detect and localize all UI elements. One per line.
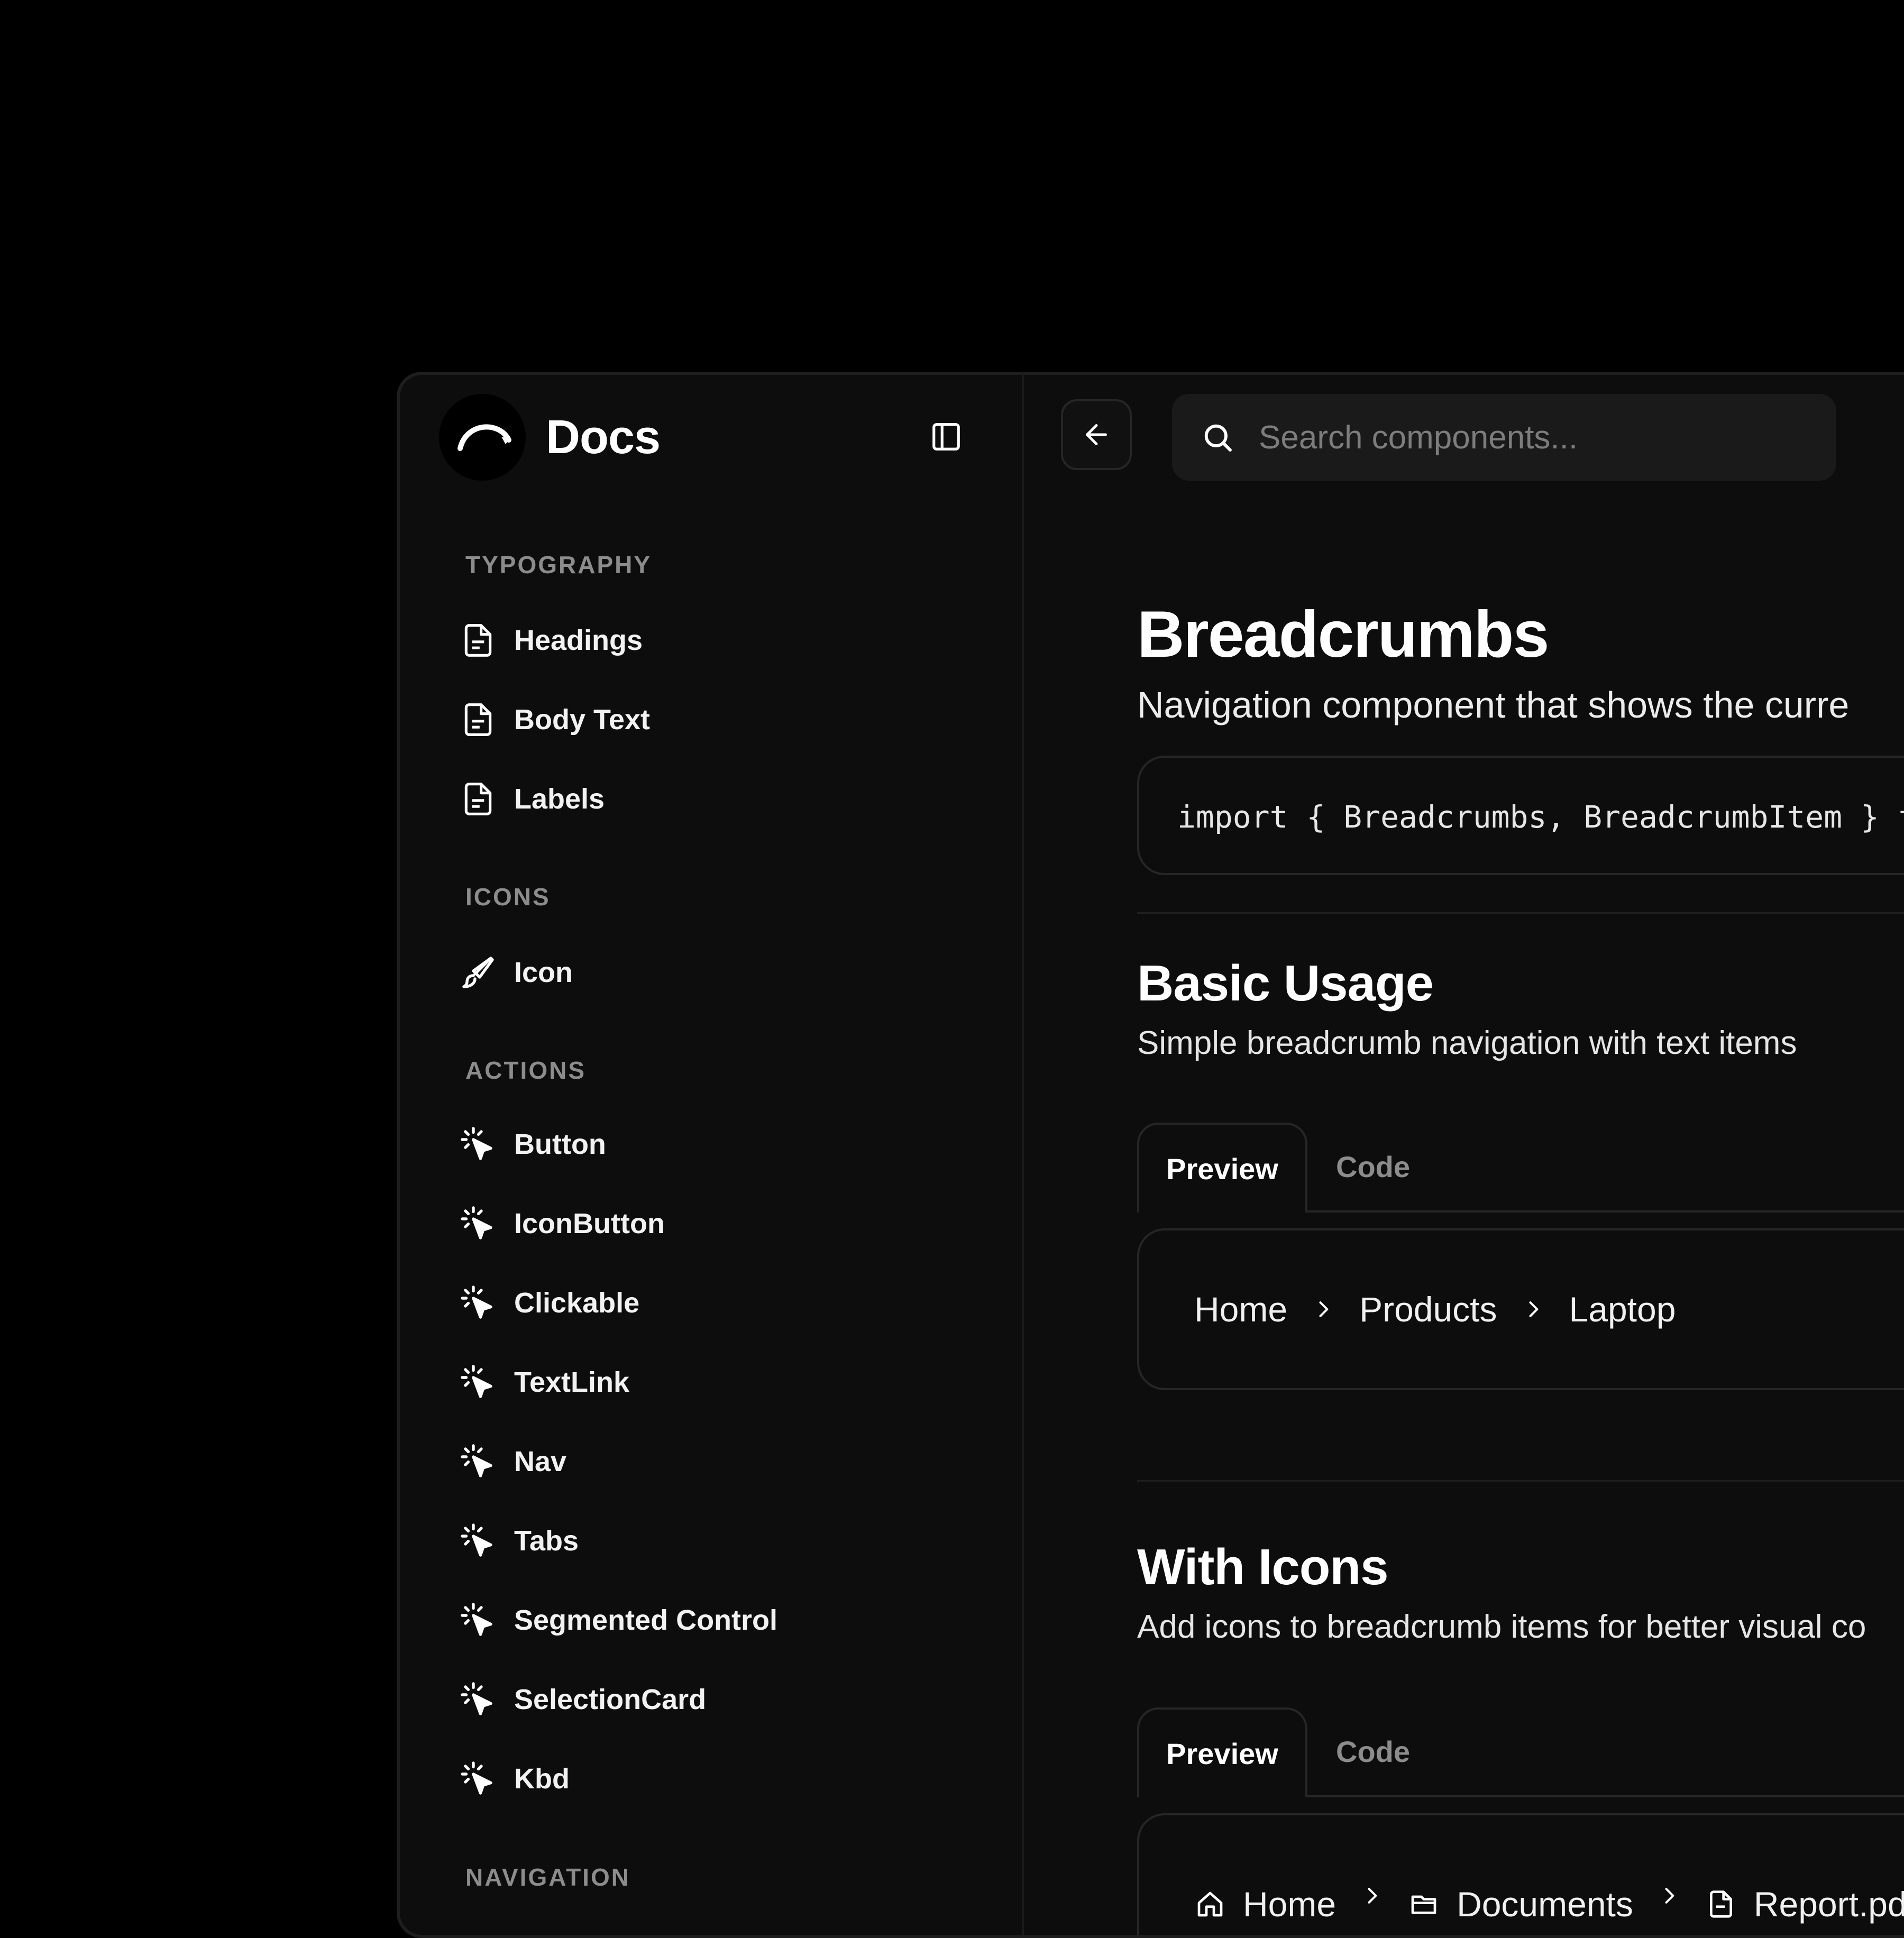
- sidebar-item-label: SelectionCard: [514, 1684, 707, 1715]
- pointer-click-icon: [458, 1441, 498, 1482]
- sidebar-item-label: Nav: [514, 1446, 567, 1477]
- page-subtitle: Navigation component that shows the curr…: [1137, 684, 1850, 725]
- home-icon: [1194, 1888, 1226, 1920]
- divider: [1137, 1480, 1904, 1482]
- sidebar-item-label: Body Text: [514, 704, 651, 736]
- breadcrumb-label: Home: [1243, 1885, 1337, 1924]
- pointer-click-icon: [458, 1204, 498, 1244]
- tab-preview[interactable]: Preview: [1137, 1707, 1307, 1797]
- breadcrumb-item[interactable]: Home: [1194, 1884, 1336, 1924]
- app-name: Docs: [546, 410, 661, 464]
- divider: [1137, 912, 1904, 914]
- sidebar-item-label: Icon: [514, 957, 573, 988]
- sidebar-item-icon[interactable]: Icon: [458, 946, 573, 999]
- sidebar-item-label: Labels: [514, 783, 605, 815]
- tab-code[interactable]: Code: [1307, 1707, 1439, 1795]
- page-title: Breadcrumbs: [1137, 598, 1549, 671]
- tab-bar: Preview Code: [1137, 1707, 1904, 1797]
- search-input[interactable]: [1258, 418, 1789, 457]
- sidebar-item-label: Tabs: [514, 1525, 579, 1557]
- logo: [439, 394, 526, 481]
- section-heading-navigation: NAVIGATION: [465, 1863, 630, 1891]
- back-button[interactable]: [1061, 399, 1132, 470]
- app-window: Docs TYPOGRAPHY Headings Body Text Label…: [397, 372, 1904, 1938]
- preview-panel: Home Documents Report.pdf: [1137, 1813, 1904, 1935]
- breadcrumb-item[interactable]: Products: [1359, 1289, 1497, 1329]
- chevron-right-icon: [1312, 1298, 1335, 1321]
- section-heading-actions: ACTIONS: [465, 1057, 586, 1084]
- sidebar-item-label: Clickable: [514, 1287, 640, 1319]
- pointer-click-icon: [458, 1283, 498, 1323]
- chevron-right-icon: [1360, 1884, 1384, 1907]
- section-description: Add icons to breadcrumb items for better…: [1137, 1609, 1866, 1645]
- chevron-right-icon: [1658, 1884, 1681, 1907]
- sidebar-item-tabs[interactable]: Tabs: [458, 1514, 579, 1567]
- main-content: Breadcrumbs Navigation component that sh…: [1024, 375, 1904, 1935]
- section-description: Simple breadcrumb navigation with text i…: [1137, 1025, 1797, 1061]
- brand[interactable]: Docs: [439, 394, 661, 481]
- section-heading-icons: ICONS: [465, 883, 551, 911]
- pointer-click-icon: [458, 1679, 498, 1720]
- sidebar-item-label: Kbd: [514, 1763, 570, 1795]
- sidebar-toggle-icon[interactable]: [928, 418, 965, 455]
- pointer-click-icon: [458, 1124, 498, 1164]
- sidebar-item-kbd[interactable]: Kbd: [458, 1752, 570, 1805]
- breadcrumb-label: Report.pdf: [1753, 1885, 1904, 1924]
- pointer-click-icon: [458, 1759, 498, 1799]
- search-bar[interactable]: [1172, 394, 1836, 481]
- file-text-icon: [458, 700, 498, 740]
- sidebar-item-clickable[interactable]: Clickable: [458, 1276, 639, 1329]
- sidebar-item-label: Headings: [514, 624, 643, 656]
- file-icon: [1705, 1888, 1737, 1920]
- tab-bar: Preview Code: [1137, 1123, 1904, 1213]
- pointer-click-icon: [458, 1362, 498, 1402]
- breadcrumb: Home Documents Report.pdf: [1194, 1815, 1904, 1935]
- section-heading-typography: TYPOGRAPHY: [465, 551, 652, 578]
- breadcrumb-item[interactable]: Report.pdf: [1705, 1884, 1904, 1924]
- sidebar-item-label: Segmented Control: [514, 1604, 778, 1636]
- sidebar-item-body-text[interactable]: Body Text: [458, 693, 650, 746]
- arrow-left-icon: [1086, 424, 1107, 445]
- tab-preview[interactable]: Preview: [1137, 1123, 1307, 1213]
- section-title-basic-usage: Basic Usage: [1137, 955, 1434, 1012]
- sidebar-item-nav[interactable]: Nav: [458, 1435, 566, 1488]
- breadcrumb-label: Documents: [1457, 1885, 1633, 1924]
- pointer-click-icon: [458, 1521, 498, 1561]
- sidebar-item-iconbutton[interactable]: IconButton: [458, 1197, 665, 1250]
- preview-panel: Home Products Laptop: [1137, 1228, 1904, 1390]
- breadcrumb-item[interactable]: Home: [1194, 1289, 1287, 1329]
- pointer-click-icon: [458, 1600, 498, 1640]
- sidebar-item-label: TextLink: [514, 1366, 630, 1398]
- sidebar-item-headings[interactable]: Headings: [458, 614, 643, 667]
- folder-icon: [1408, 1888, 1440, 1920]
- sidebar-item-segmented-control[interactable]: Segmented Control: [458, 1594, 777, 1647]
- brush-icon: [458, 952, 498, 993]
- file-text-icon: [458, 779, 498, 819]
- sidebar-item-labels[interactable]: Labels: [458, 773, 605, 825]
- sidebar-item-label: Button: [514, 1128, 606, 1160]
- import-code-block[interactable]: import { Breadcrumbs, BreadcrumbItem } f: [1137, 756, 1904, 875]
- import-code: import { Breadcrumbs, BreadcrumbItem } f: [1177, 799, 1904, 835]
- sidebar-item-button[interactable]: Button: [458, 1118, 606, 1171]
- sidebar-item-selectioncard[interactable]: SelectionCard: [458, 1673, 706, 1726]
- section-title-with-icons: With Icons: [1137, 1539, 1388, 1595]
- chevron-right-icon: [1522, 1298, 1545, 1321]
- breadcrumb-item[interactable]: Documents: [1408, 1884, 1633, 1924]
- sidebar-item-textlink[interactable]: TextLink: [458, 1356, 629, 1409]
- search-icon: [1197, 417, 1238, 457]
- sidebar: Docs TYPOGRAPHY Headings Body Text Label…: [400, 375, 1024, 1935]
- breadcrumb: Home Products Laptop: [1194, 1230, 1676, 1388]
- tab-code[interactable]: Code: [1307, 1123, 1439, 1210]
- sidebar-item-label: IconButton: [514, 1208, 665, 1239]
- breadcrumb-item[interactable]: Laptop: [1569, 1289, 1676, 1329]
- file-text-icon: [458, 620, 498, 660]
